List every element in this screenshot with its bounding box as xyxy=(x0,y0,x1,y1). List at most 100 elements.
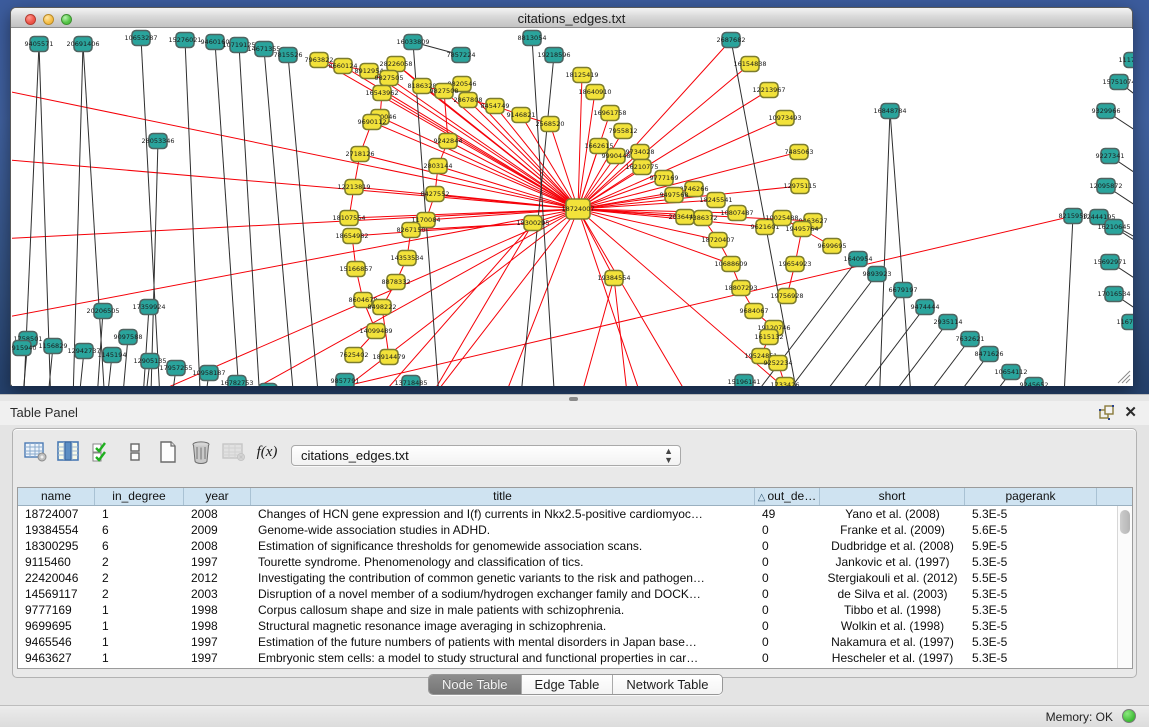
graph-edge[interactable] xyxy=(141,307,149,386)
cell-in_degree: 1 xyxy=(95,506,184,522)
vertical-scrollbar[interactable] xyxy=(1117,506,1132,668)
graph-edge[interactable] xyxy=(578,40,731,209)
node-table: namein_degreeyeartitle△out_de…shortpager… xyxy=(17,487,1133,669)
graph-edge[interactable] xyxy=(162,216,1073,386)
split-pane-divider[interactable] xyxy=(0,394,1149,401)
graph-node-label: 9690112 xyxy=(358,118,387,126)
graph-node-label: 19756928 xyxy=(770,292,803,300)
graph-edge[interactable] xyxy=(239,45,262,386)
graph-node-label: 16848784 xyxy=(873,107,906,115)
new-document-icon[interactable] xyxy=(155,440,181,464)
column-header-out_de[interactable]: △out_de… xyxy=(755,488,820,505)
graph-edge[interactable] xyxy=(871,372,1011,386)
table-row[interactable]: 946554611997Estimation of the future num… xyxy=(18,634,1132,650)
graph-node-label: 1156829 xyxy=(39,342,68,350)
tab-network-table[interactable]: Network Table xyxy=(613,675,721,694)
graph-node-label: 1733426 xyxy=(771,381,800,386)
network-canvas[interactable]: 1872400794055712069140610653287152760219… xyxy=(12,29,1133,386)
insert-column-icon[interactable] xyxy=(56,440,82,464)
table-row[interactable]: 911546021997Tourette syndrome. Phenomeno… xyxy=(18,554,1132,570)
graph-edge[interactable] xyxy=(492,209,578,386)
table-row[interactable]: 1830029562008Estimation of significance … xyxy=(18,538,1132,554)
cell-title: Embryonic stem cells: a model to study s… xyxy=(251,650,755,666)
graph-edge[interactable] xyxy=(785,307,925,386)
cell-title: Genome-wide association studies in ADHD. xyxy=(251,522,755,538)
scrollbar-thumb[interactable] xyxy=(1120,510,1130,534)
float-panel-icon[interactable] xyxy=(1099,405,1115,421)
column-header-title[interactable]: title xyxy=(251,488,755,505)
table-row[interactable]: 969969511998Structural magnetic resonanc… xyxy=(18,618,1132,634)
graph-node-label: 10654112 xyxy=(994,368,1027,376)
graph-edge[interactable] xyxy=(215,42,242,386)
table-browser-panel: f(x) citations_edges.txt ▲▼ namein_degre… xyxy=(12,428,1137,678)
graph-edge[interactable] xyxy=(578,209,712,386)
graph-edge[interactable] xyxy=(360,154,578,209)
graph-edge[interactable] xyxy=(894,385,1034,386)
graph-edge[interactable] xyxy=(12,159,578,209)
column-header-in_degree[interactable]: in_degree xyxy=(95,488,184,505)
delete-trash-icon[interactable] xyxy=(188,440,214,464)
table-row[interactable]: 977716911998Corpus callosum shape and si… xyxy=(18,602,1132,618)
function-fx-icon[interactable]: f(x) xyxy=(254,440,280,464)
table-select-dropdown[interactable]: citations_edges.txt ▲▼ xyxy=(291,445,681,466)
memory-status-label: Memory: OK xyxy=(1046,710,1113,724)
table-row[interactable]: 1872400712008Changes of HCN gene express… xyxy=(18,506,1132,522)
table-row[interactable]: 1938455462009Genome-wide association stu… xyxy=(18,522,1132,538)
column-header-short[interactable]: short xyxy=(820,488,965,505)
cell-short: Wolkin et al. (1998) xyxy=(820,618,965,634)
graph-edge[interactable] xyxy=(849,354,989,386)
row-height-icon[interactable] xyxy=(122,440,148,464)
graph-node-label: 17359924 xyxy=(132,303,165,311)
window-resize-grip[interactable] xyxy=(1117,370,1131,384)
graph-edge[interactable] xyxy=(12,209,578,239)
graph-edge[interactable] xyxy=(878,111,890,386)
tab-node-table[interactable]: Node Table xyxy=(429,675,522,694)
graph-edge[interactable] xyxy=(444,91,578,209)
graph-node[interactable] xyxy=(259,384,277,387)
cell-pagerank: 5.3E-5 xyxy=(965,586,1097,602)
graph-edge[interactable] xyxy=(808,322,948,386)
graph-node-label: 18807293 xyxy=(724,284,757,292)
graph-node-label: 20691406 xyxy=(66,40,99,48)
graph-edge[interactable] xyxy=(407,223,533,386)
column-header-name[interactable]: name xyxy=(18,488,95,505)
graph-edge[interactable] xyxy=(83,44,107,386)
cell-short: Dudbridge et al. (2008) xyxy=(820,538,965,554)
graph-edge[interactable] xyxy=(402,209,578,386)
close-panel-icon[interactable]: ✕ xyxy=(1124,403,1137,421)
graph-edge[interactable] xyxy=(1062,216,1073,386)
citation-network-graph[interactable]: 1872400794055712069140610653287152760219… xyxy=(12,29,1133,386)
table-row[interactable]: 1456911722003Disruption of a novel membe… xyxy=(18,586,1132,602)
graph-edge[interactable] xyxy=(830,339,970,386)
graph-edge[interactable] xyxy=(141,38,162,386)
cell-title: Disruption of a novel member of a sodium… xyxy=(251,586,755,602)
table-row[interactable]: 946362711997Embryonic stem cells: a mode… xyxy=(18,650,1132,666)
table-row[interactable]: 2242004622012Investigating the contribut… xyxy=(18,570,1132,586)
tab-edge-table[interactable]: Edge Table xyxy=(522,675,614,694)
graph-edge[interactable] xyxy=(369,71,578,209)
graph-edge[interactable] xyxy=(150,141,158,386)
graph-node-label: 9699695 xyxy=(818,242,847,250)
graph-edge[interactable] xyxy=(578,209,652,386)
graph-edge[interactable] xyxy=(288,55,322,386)
graph-edge[interactable] xyxy=(72,44,83,386)
graph-node-label: 8813054 xyxy=(518,34,547,42)
column-header-year[interactable]: year xyxy=(184,488,251,505)
cell-in_degree: 2 xyxy=(95,586,184,602)
graph-node-label: 9227341 xyxy=(1096,152,1125,160)
graph-edge[interactable] xyxy=(372,122,578,209)
graph-edge[interactable] xyxy=(614,278,632,386)
graph-node-label: 18654982 xyxy=(335,232,368,240)
select-rows-icon[interactable] xyxy=(89,440,115,464)
column-header-pagerank[interactable]: pagerank xyxy=(965,488,1097,505)
graph-node-label: 12213967 xyxy=(752,86,785,94)
graph-node-label: 1640954 xyxy=(844,255,873,263)
table-select-value: citations_edges.txt xyxy=(301,448,409,463)
graph-edge[interactable] xyxy=(185,40,202,386)
cell-short: Hescheler et al. (1997) xyxy=(820,650,965,666)
graph-node-label: 10807487 xyxy=(720,209,753,217)
table-settings-icon[interactable] xyxy=(23,440,49,464)
cell-name: 22420046 xyxy=(18,570,95,586)
graph-edge[interactable] xyxy=(890,111,914,386)
window-titlebar[interactable]: citations_edges.txt xyxy=(11,8,1132,28)
